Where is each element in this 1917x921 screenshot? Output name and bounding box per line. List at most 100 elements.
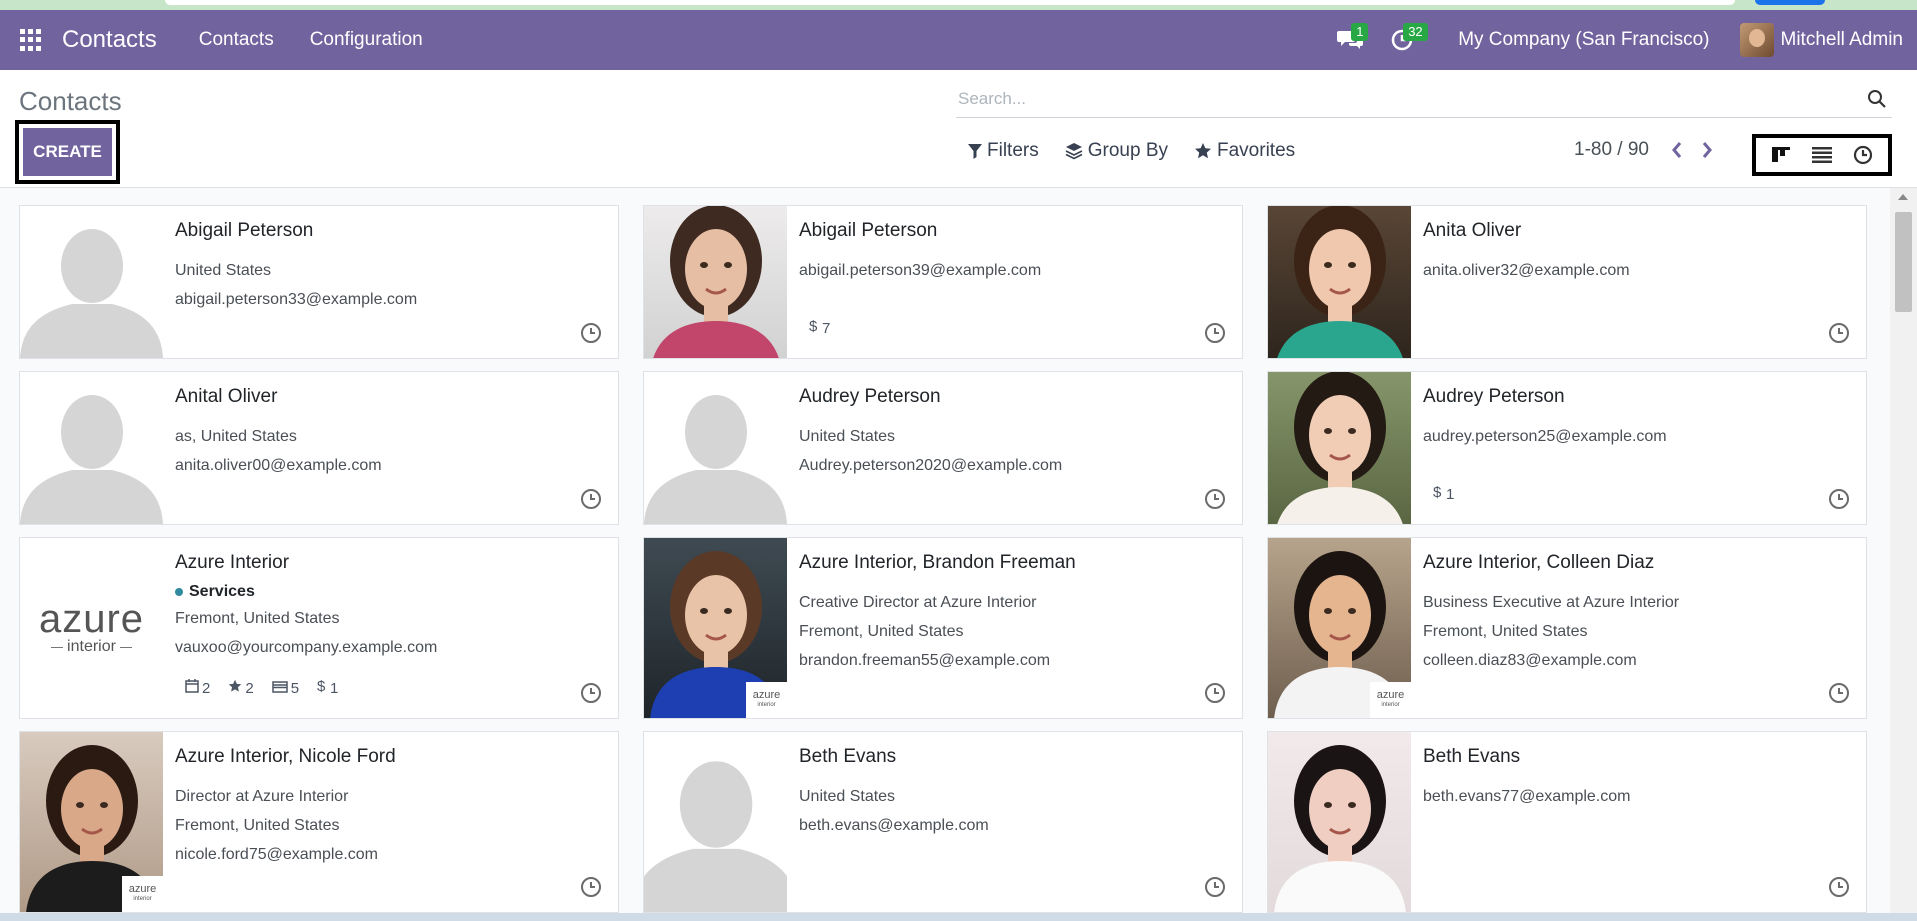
company-switcher[interactable]: My Company (San Francisco): [1458, 29, 1709, 51]
kanban-view-icon[interactable]: [1766, 140, 1796, 170]
contact-card[interactable]: Audrey Peterson United States Audrey.peter…: [643, 371, 1243, 525]
contact-image: [1268, 732, 1411, 912]
activity-clock-icon[interactable]: [1204, 322, 1226, 344]
contact-card[interactable]: Anital Oliver as, United States anita.oliv…: [19, 371, 619, 525]
bottom-bar: [0, 913, 1917, 921]
group-by-button[interactable]: Group By: [1065, 140, 1168, 162]
pager-previous-icon[interactable]: [1671, 141, 1683, 159]
pager-next-icon[interactable]: [1701, 141, 1713, 159]
activities-button[interactable]: 32: [1384, 22, 1428, 58]
company-logo-badge: azure interior: [1370, 682, 1411, 718]
filters-label: Filters: [987, 140, 1039, 161]
filters-button[interactable]: Filters: [968, 140, 1039, 162]
search-input[interactable]: [956, 88, 1862, 109]
activity-clock-icon[interactable]: [1828, 682, 1850, 704]
activity-clock-icon[interactable]: [580, 488, 602, 510]
activity-clock-icon[interactable]: [1204, 682, 1226, 704]
layers-icon: [1065, 143, 1083, 160]
contact-card[interactable]: azure interior Azure Interior, Nicole Ford…: [19, 731, 619, 913]
menu-configuration[interactable]: Configuration: [310, 29, 423, 51]
card-body: Beth Evans beth.evans77@example.com: [1423, 746, 1852, 811]
calendar-icon: [185, 679, 202, 697]
stat-calendar[interactable]: 2: [185, 679, 210, 697]
activity-clock-icon[interactable]: [580, 322, 602, 344]
page-title: Contacts: [19, 86, 122, 116]
contact-name: Audrey Peterson: [1423, 386, 1565, 407]
card-stats: $1: [1433, 484, 1472, 504]
contact-detail: Creative Director at Azure Interior: [799, 594, 1037, 611]
card-body: Azure Interior, Brandon Freeman Creative …: [799, 552, 1228, 675]
scrollbar-thumb[interactable]: [1895, 212, 1912, 312]
contact-card[interactable]: Audrey Peterson audrey.peterson25@example…: [1267, 371, 1867, 525]
app-brand[interactable]: Contacts: [62, 26, 157, 54]
user-menu[interactable]: Mitchell Admin: [1739, 23, 1904, 57]
stat-dollar[interactable]: $1: [1433, 484, 1454, 504]
contact-name: Azure Interior, Colleen Diaz: [1423, 552, 1655, 573]
card-body: Beth Evans United States beth.evans@exampl…: [799, 746, 1228, 840]
contact-detail: colleen.diaz83@example.com: [1423, 652, 1637, 669]
contact-card[interactable]: Anita Oliver anita.oliver32@example.com: [1267, 205, 1867, 359]
contact-image: azure interior: [644, 538, 787, 718]
stat-dollar[interactable]: $7: [809, 318, 830, 338]
category-tag: Services: [175, 580, 604, 604]
activity-clock-icon[interactable]: [580, 682, 602, 704]
vertical-scrollbar[interactable]: [1890, 188, 1917, 913]
contact-detail: abigail.peterson33@example.com: [175, 291, 418, 308]
activity-view-icon[interactable]: [1848, 140, 1878, 170]
apps-menu-icon[interactable]: [20, 29, 42, 51]
contact-detail: Business Executive at Azure Interior: [1423, 594, 1680, 611]
group-by-label: Group By: [1087, 140, 1168, 161]
contact-detail: Audrey.peterson2020@example.com: [799, 457, 1063, 474]
contact-name: Abigail Peterson: [799, 220, 938, 241]
card-body: Azure Interior, Nicole Ford Director at A…: [175, 746, 604, 869]
card-stats: $7: [809, 318, 848, 338]
contact-name: Audrey Peterson: [799, 386, 941, 407]
card-body: Abigail Peterson United States abigail.pet…: [175, 220, 604, 314]
menu-contacts[interactable]: Contacts: [199, 29, 274, 51]
pager-value[interactable]: 1-80 / 90: [1574, 139, 1649, 161]
list-view-icon[interactable]: [1807, 140, 1837, 170]
credit-card-icon: [271, 680, 291, 697]
contact-name: Anita Oliver: [1423, 220, 1522, 241]
create-button[interactable]: CREATE: [23, 128, 112, 176]
search-icon[interactable]: [1862, 84, 1892, 114]
messages-button[interactable]: 1: [1332, 22, 1369, 58]
activity-clock-icon[interactable]: [1204, 876, 1226, 898]
activity-clock-icon[interactable]: [1204, 488, 1226, 510]
card-body: Audrey Peterson audrey.peterson25@example…: [1423, 386, 1852, 451]
dollar-icon: $: [317, 678, 330, 698]
contact-detail: as, United States: [175, 428, 297, 445]
browser-action-button: [1755, 0, 1825, 5]
scroll-up-icon[interactable]: [1898, 194, 1908, 200]
activity-clock-icon[interactable]: [580, 876, 602, 898]
azure-logo-sub: interior: [67, 638, 116, 655]
activity-clock-icon[interactable]: [1828, 322, 1850, 344]
activity-clock-icon[interactable]: [1828, 488, 1850, 510]
stat-dollar[interactable]: $1: [317, 678, 338, 698]
contact-card[interactable]: Abigail Peterson United States abigail.pet…: [19, 205, 619, 359]
contact-card[interactable]: Beth Evans United States beth.evans@exampl…: [643, 731, 1243, 913]
avatar: [1739, 23, 1774, 57]
contact-card[interactable]: Beth Evans beth.evans77@example.com: [1267, 731, 1867, 913]
contact-name: Azure Interior: [175, 552, 290, 573]
favorites-button[interactable]: Favorites: [1194, 140, 1295, 162]
contact-detail: brandon.freeman55@example.com: [799, 652, 1051, 669]
contact-card[interactable]: azure interior Azure Interior, Colleen Dia…: [1267, 537, 1867, 719]
contact-card[interactable]: azure interior Azure Interior, Brandon Fre…: [643, 537, 1243, 719]
contact-card[interactable]: azure interior Azure Interior Services Fremo…: [19, 537, 619, 719]
card-body: Anita Oliver anita.oliver32@example.com: [1423, 220, 1852, 285]
stat-credit-card[interactable]: 5: [271, 680, 299, 697]
contact-name: Beth Evans: [799, 746, 897, 767]
contact-image: azure interior: [1268, 538, 1411, 718]
contact-image: azure interior: [20, 732, 163, 912]
contact-card[interactable]: Abigail Peterson abigail.peterson39@examp…: [643, 205, 1243, 359]
contact-detail: anita.oliver32@example.com: [1423, 262, 1630, 279]
contact-detail: Director at Azure Interior: [175, 788, 349, 805]
activity-clock-icon[interactable]: [1828, 876, 1850, 898]
stat-star[interactable]: 2: [228, 679, 254, 697]
user-name: Mitchell Admin: [1780, 29, 1904, 50]
contact-name: Abigail Peterson: [175, 220, 314, 241]
contact-image: [644, 206, 787, 358]
search-bar: [956, 80, 1892, 118]
card-body: Audrey Peterson United States Audrey.peter…: [799, 386, 1228, 480]
